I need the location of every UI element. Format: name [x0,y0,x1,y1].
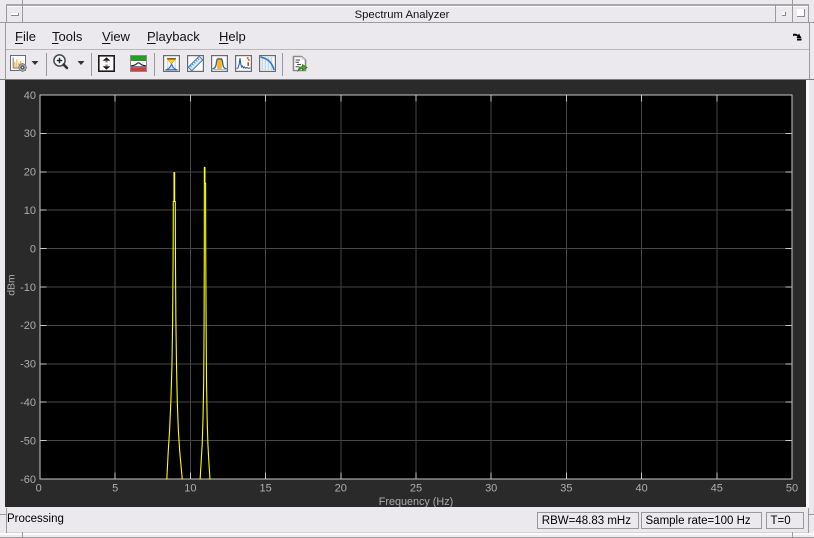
svg-text:-20: -20 [20,320,36,332]
svg-text:15: 15 [259,483,271,495]
svg-text:-50: -50 [20,435,36,447]
svg-text:20: 20 [24,167,36,179]
svg-text:40: 40 [635,483,647,495]
svg-text:-40: -40 [20,397,36,409]
svg-text:40: 40 [24,90,36,102]
svg-text:dBm: dBm [6,274,18,296]
svg-text:0: 0 [36,483,42,495]
svg-text:45: 45 [711,483,723,495]
svg-text:-10: -10 [20,282,36,294]
svg-text:-60: -60 [20,474,36,486]
svg-text:25: 25 [410,483,422,495]
svg-text:50: 50 [786,483,798,495]
svg-text:-30: -30 [20,359,36,371]
svg-text:Frequency (Hz): Frequency (Hz) [379,496,453,507]
svg-text:30: 30 [485,483,497,495]
svg-text:35: 35 [560,483,572,495]
svg-text:0: 0 [30,243,36,255]
svg-text:5: 5 [112,483,118,495]
svg-text:30: 30 [24,128,36,140]
svg-text:10: 10 [24,205,36,217]
svg-text:10: 10 [184,483,196,495]
svg-text:20: 20 [335,483,347,495]
